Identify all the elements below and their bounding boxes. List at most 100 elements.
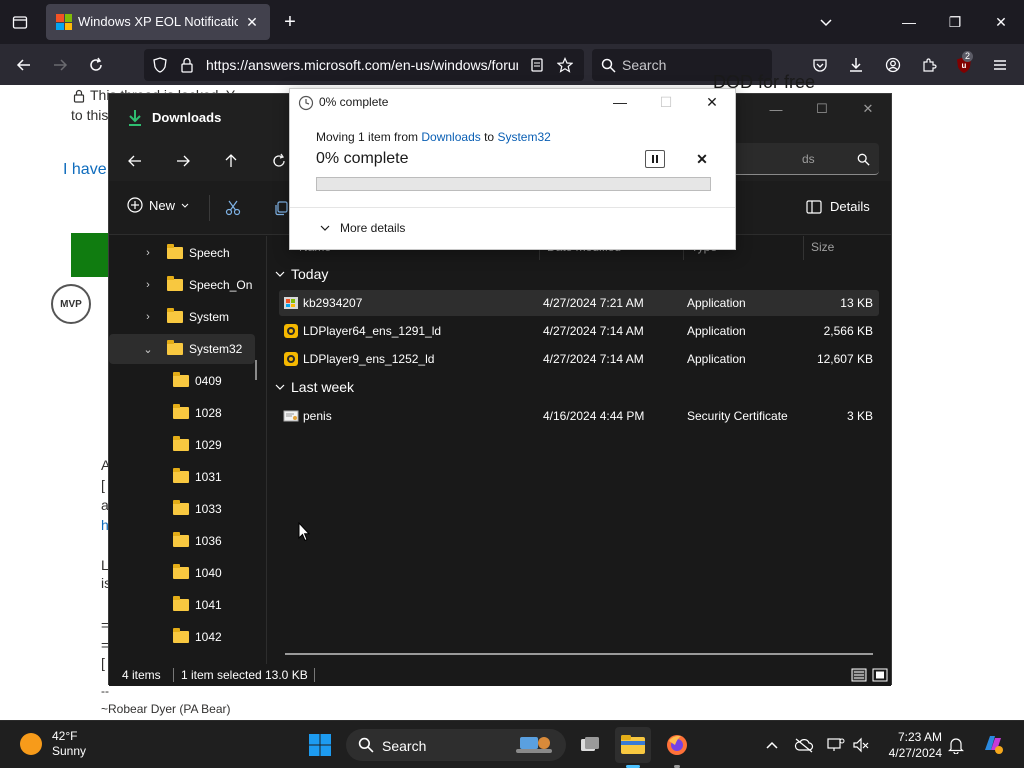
- url-bar[interactable]: https://answers.microsoft.com/en-us/wind…: [144, 49, 584, 81]
- chevron-right-icon[interactable]: ›: [141, 311, 155, 323]
- url-text[interactable]: https://answers.microsoft.com/en-us/wind…: [206, 57, 518, 73]
- column-divider[interactable]: [803, 236, 804, 260]
- extensions-button[interactable]: [917, 53, 941, 77]
- tab-windows-xp-eol[interactable]: Windows XP EOL Notification ✕: [46, 4, 270, 40]
- new-button[interactable]: New: [127, 197, 189, 213]
- i-have-link[interactable]: I have: [63, 161, 107, 179]
- reader-view-icon[interactable]: [525, 53, 549, 77]
- file-row[interactable]: LDPlayer9_ens_1252_ld 4/27/2024 7:14 AM Ap…: [279, 346, 879, 372]
- account-button[interactable]: [881, 53, 905, 77]
- list-all-tabs-button[interactable]: [814, 8, 838, 36]
- weather-widget[interactable]: 42°F Sunny: [20, 729, 86, 759]
- taskbar-search-box[interactable]: Search: [346, 729, 566, 761]
- network-button[interactable]: [826, 735, 846, 755]
- tree-item-1029[interactable]: 1029: [173, 432, 222, 458]
- task-view-button[interactable]: [572, 727, 608, 763]
- tree-item-1036[interactable]: 1036: [173, 528, 222, 554]
- taskbar-file-explorer[interactable]: [615, 727, 651, 763]
- chevron-down-icon[interactable]: ⌄: [141, 343, 155, 356]
- folder-icon: [173, 404, 189, 419]
- tree-item-1031[interactable]: 1031: [173, 464, 222, 490]
- green-vote-button[interactable]: [71, 233, 111, 277]
- cancel-operation-button[interactable]: ✕: [693, 150, 711, 168]
- explorer-minimize-button[interactable]: —: [753, 94, 799, 124]
- file-date-modified: 4/27/2024 7:14 AM: [543, 324, 644, 338]
- tree-item-1033[interactable]: 1033: [173, 496, 222, 522]
- restore-window-button[interactable]: ❐: [932, 0, 978, 44]
- close-window-button[interactable]: ✕: [978, 0, 1024, 44]
- tree-item-system32[interactable]: ⌄ System32: [141, 336, 242, 362]
- horizontal-scrollbar[interactable]: [285, 653, 873, 655]
- tree-item-0409[interactable]: 0409: [173, 368, 222, 394]
- system-clock[interactable]: 7:23 AM 4/27/2024: [884, 729, 942, 761]
- pause-button[interactable]: [645, 150, 665, 168]
- bookmark-star-icon[interactable]: [553, 53, 577, 77]
- file-list[interactable]: Name Date modified Type Size Todaykb2934…: [267, 236, 891, 664]
- cut-button[interactable]: [221, 196, 245, 220]
- explorer-maximize-button[interactable]: ☐: [799, 94, 845, 124]
- app-menu-button[interactable]: [988, 53, 1012, 77]
- tree-item-speech-on[interactable]: › Speech_On: [141, 272, 252, 298]
- tree-item-1028[interactable]: 1028: [173, 400, 222, 426]
- dialog-minimize-button[interactable]: —: [597, 89, 643, 115]
- file-row[interactable]: penis 4/16/2024 4:44 PM Security Certifica…: [279, 403, 879, 429]
- pocket-icon: [813, 59, 827, 72]
- details-pane-icon: [806, 199, 822, 214]
- reload-icon: [273, 153, 285, 167]
- tree-item-label: Speech_On: [189, 278, 253, 292]
- file-type: Application: [687, 324, 746, 338]
- group-header[interactable]: Today: [275, 266, 328, 282]
- forward-button[interactable]: [48, 53, 72, 77]
- notifications-button[interactable]: [946, 735, 966, 755]
- tab-list-button[interactable]: [6, 8, 34, 36]
- onedrive-button[interactable]: [794, 735, 814, 755]
- percent-complete: 0% complete: [316, 150, 409, 167]
- tree-item-label: 1029: [195, 438, 222, 452]
- close-tab-button[interactable]: ✕: [242, 12, 262, 32]
- new-tab-button[interactable]: +: [278, 8, 302, 36]
- chevron-right-icon[interactable]: ›: [141, 247, 155, 259]
- minimize-window-button[interactable]: —: [886, 0, 932, 44]
- details-pane-button[interactable]: Details: [806, 199, 870, 214]
- lock-icon[interactable]: [175, 53, 199, 77]
- explorer-back-button[interactable]: [123, 149, 147, 173]
- copy-icon: [275, 201, 288, 216]
- more-details-button[interactable]: More details: [320, 221, 405, 235]
- show-hidden-icons-button[interactable]: [762, 735, 782, 755]
- mvp-badge: MVP: [51, 284, 91, 324]
- reload-button[interactable]: [84, 53, 108, 77]
- explorer-up-button[interactable]: [219, 149, 243, 173]
- destination-folder-link[interactable]: System32: [497, 130, 550, 144]
- dialog-title: 0% complete: [319, 95, 389, 109]
- volume-button[interactable]: [851, 735, 871, 755]
- tree-item-speech[interactable]: › Speech: [141, 240, 230, 266]
- file-name: LDPlayer64_ens_1291_ld: [303, 324, 442, 338]
- copilot-button[interactable]: [980, 731, 1006, 757]
- column-header-size[interactable]: Size: [811, 240, 834, 254]
- tree-item-label: System: [189, 310, 230, 324]
- start-button[interactable]: [302, 727, 338, 763]
- taskbar-firefox[interactable]: [659, 727, 695, 763]
- tree-item-system[interactable]: › System: [141, 304, 229, 330]
- windows-logo-icon: [309, 734, 331, 756]
- explorer-tab-title[interactable]: Downloads: [152, 110, 221, 125]
- downloads-button[interactable]: [844, 53, 868, 77]
- source-folder-link[interactable]: Downloads: [421, 130, 480, 144]
- group-header[interactable]: Last week: [275, 379, 354, 395]
- file-row[interactable]: LDPlayer64_ens_1291_ld 4/27/2024 7:14 AM A…: [279, 318, 879, 344]
- large-icons-view-button[interactable]: [868, 663, 892, 687]
- navigation-pane[interactable]: › Speech › Speech_On › System ⌄ System32 0409 102…: [109, 236, 267, 664]
- tree-item-1040[interactable]: 1040: [173, 560, 222, 586]
- nav-pane-scrollbar[interactable]: [255, 360, 257, 380]
- explorer-refresh-button[interactable]: [267, 149, 291, 173]
- file-row[interactable]: kb2934207 4/27/2024 7:21 AM Application 13 …: [279, 290, 879, 316]
- chevron-right-icon[interactable]: ›: [141, 279, 155, 291]
- folder-icon: [167, 244, 183, 259]
- shield-icon[interactable]: [148, 53, 172, 77]
- explorer-close-button[interactable]: ✕: [845, 94, 891, 124]
- back-button[interactable]: [12, 53, 36, 77]
- dialog-close-button[interactable]: ✕: [689, 89, 735, 115]
- tree-item-1042[interactable]: 1042: [173, 624, 222, 650]
- tree-item-1041[interactable]: 1041: [173, 592, 222, 618]
- explorer-forward-button[interactable]: [171, 149, 195, 173]
